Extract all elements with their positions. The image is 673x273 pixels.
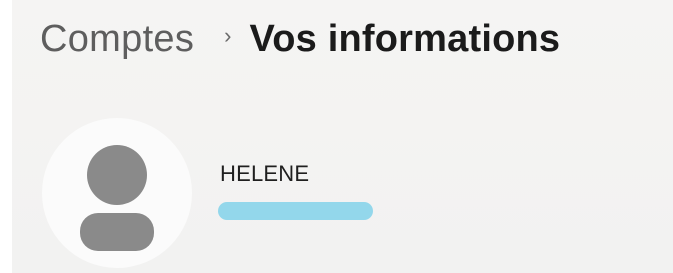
avatar <box>42 118 192 268</box>
user-name: HELENE <box>220 161 310 186</box>
redacted-email-mark <box>218 202 373 220</box>
person-icon <box>80 145 154 251</box>
user-info: HELENE <box>220 160 309 188</box>
chevron-right-icon: › <box>224 23 232 48</box>
page-title: Vos informations <box>249 17 561 60</box>
account-panel: Comptes › Vos informations HELENE <box>12 0 673 273</box>
breadcrumb-comptes-link[interactable]: Comptes <box>40 18 194 61</box>
breadcrumb: Comptes › Vos informations <box>40 10 560 68</box>
